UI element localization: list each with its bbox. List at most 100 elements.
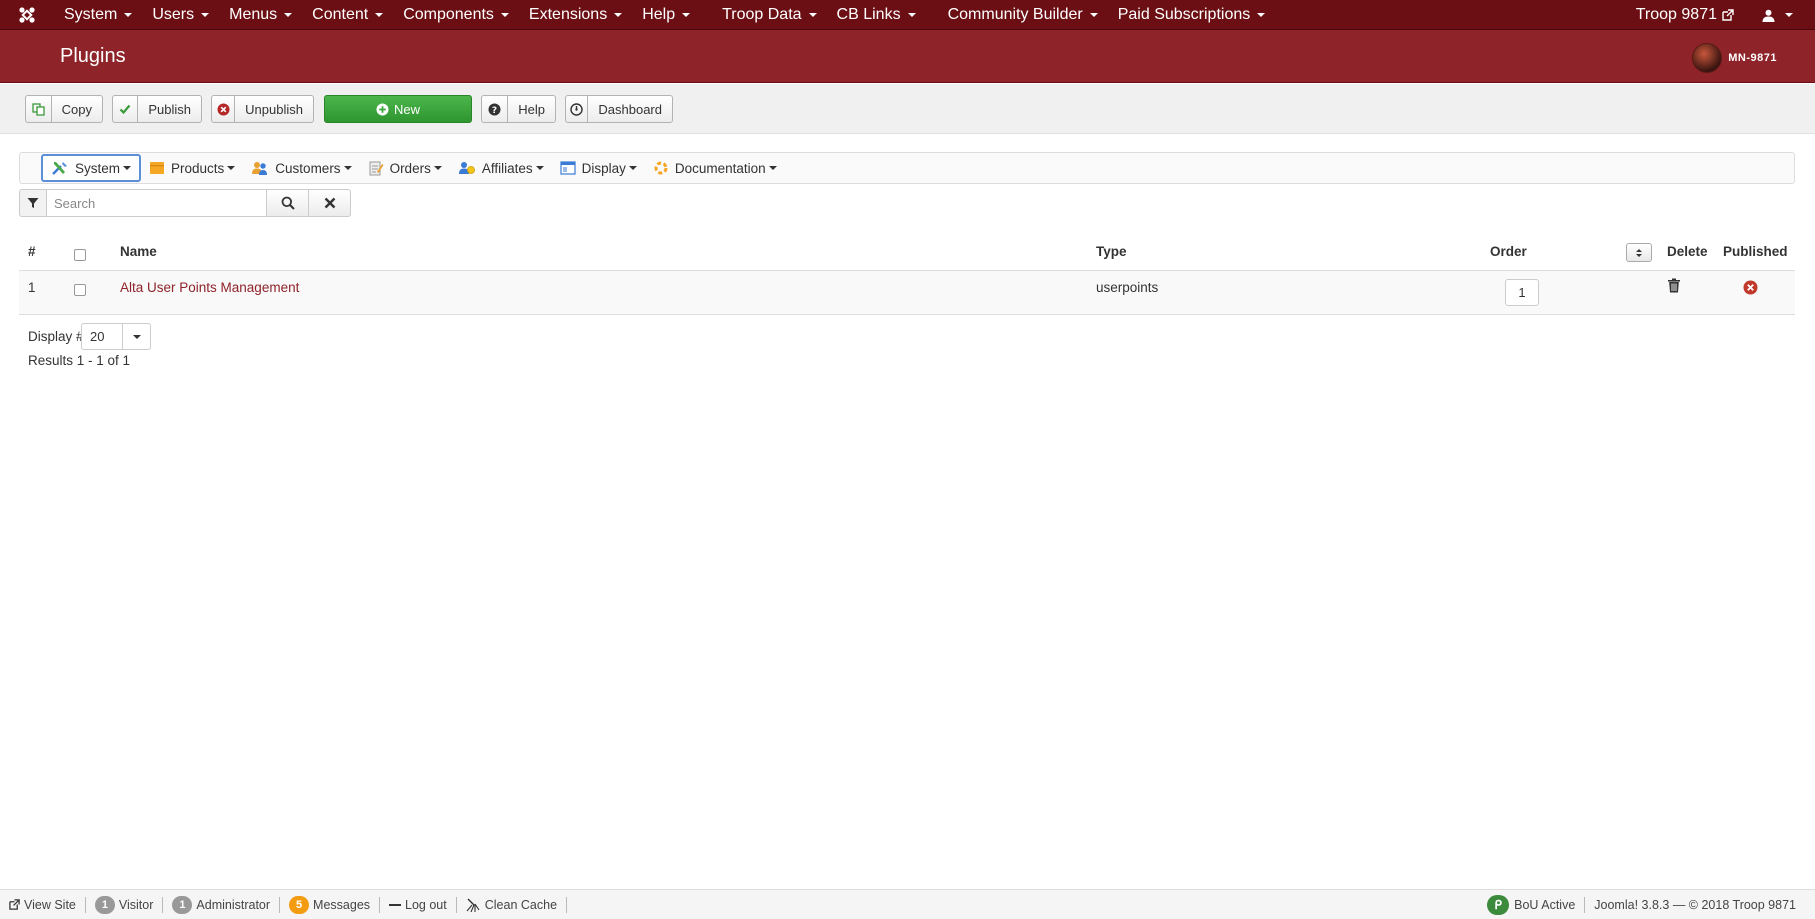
submenu-orders[interactable]: Orders (360, 154, 450, 182)
messages-count-badge: 5 (289, 895, 310, 914)
select-all-checkbox[interactable] (74, 249, 86, 261)
page-title: Plugins (60, 45, 126, 67)
user-menu[interactable] (1752, 0, 1815, 30)
bou-status[interactable]: ᑭ BoU Active (1478, 895, 1586, 915)
submenu-customers[interactable]: Customers (243, 154, 359, 182)
caret-down-icon (628, 166, 637, 170)
caret-down-icon (682, 12, 691, 17)
caret-down-icon (614, 12, 623, 17)
menu-users[interactable]: Users (142, 0, 219, 30)
col-order[interactable]: Order (1490, 244, 1527, 259)
external-link-icon (1722, 9, 1734, 21)
copy-button[interactable]: Copy (25, 95, 103, 123)
search-input[interactable] (47, 189, 267, 217)
site-link[interactable]: Troop 9871 (1626, 0, 1752, 30)
visitors-status[interactable]: 1 Visitor (86, 895, 164, 914)
new-button[interactable]: New (324, 95, 472, 123)
bou-icon: ᑭ (1487, 895, 1510, 915)
caret-down-icon (1257, 12, 1266, 17)
caret-down-icon (201, 12, 210, 17)
col-delete: Delete (1667, 244, 1708, 259)
top-navbar: System Users Menus Content Components Ex… (0, 0, 1815, 30)
question-circle-icon: ? (482, 96, 509, 122)
menu-system[interactable]: System (54, 0, 142, 30)
menu-help[interactable]: Help (632, 0, 700, 30)
row-checkbox[interactable] (74, 284, 86, 296)
unpublished-icon (1743, 280, 1758, 295)
menu-components[interactable]: Components (393, 0, 519, 30)
customers-icon (252, 162, 268, 175)
caret-down-icon (808, 12, 817, 17)
admins-status[interactable]: 1 Administrator (163, 895, 281, 914)
display-icon (560, 161, 576, 175)
trash-icon (1668, 278, 1680, 293)
submenu-documentation[interactable]: Documentation (645, 154, 785, 182)
search-icon (281, 196, 295, 210)
version-info: Joomla! 3.8.3 — © 2018 Troop 9871 (1594, 898, 1796, 912)
help-button[interactable]: ? Help (481, 95, 556, 123)
col-name[interactable]: Name (120, 244, 157, 259)
caret-down-icon (284, 12, 293, 17)
tools-icon (52, 162, 67, 175)
row-type: userpoints (1096, 280, 1159, 295)
display-label: Display # (28, 329, 84, 344)
brand: MN-9871 (1692, 43, 1777, 73)
submenu-products[interactable]: Products (141, 154, 243, 182)
clean-cache-link[interactable]: Clean Cache (457, 896, 568, 913)
unpublish-icon (212, 96, 236, 122)
menu-cb-links[interactable]: CB Links (827, 0, 926, 30)
plus-circle-icon (376, 103, 389, 115)
search-button[interactable] (267, 189, 309, 217)
unpublish-button[interactable]: Unpublish (211, 95, 314, 123)
minus-icon (389, 903, 402, 906)
dashboard-icon (566, 96, 589, 122)
caret-down-icon (1785, 13, 1793, 17)
menu-content[interactable]: Content (302, 0, 393, 30)
filter-button[interactable] (19, 189, 47, 217)
submenu-system[interactable]: System (41, 154, 142, 182)
results-counter: Results 1 - 1 of 1 (28, 353, 131, 368)
broom-icon (466, 898, 480, 912)
publish-button[interactable]: Publish (112, 95, 202, 123)
caret-down-icon (535, 166, 544, 170)
caret-down-icon (768, 166, 777, 170)
caret-down-icon (123, 166, 132, 170)
dashboard-button[interactable]: Dashboard (565, 95, 673, 123)
page-header: Plugins MN-9871 (0, 30, 1815, 83)
user-icon (1762, 9, 1775, 22)
clear-search-button[interactable] (309, 189, 351, 217)
display-limit-select[interactable]: 20 (81, 323, 151, 350)
menu-paid-subscriptions[interactable]: Paid Subscriptions (1108, 0, 1276, 30)
search-bar (19, 189, 351, 217)
col-type[interactable]: Type (1096, 244, 1127, 259)
caret-down-icon (1089, 12, 1098, 17)
order-input[interactable]: 1 (1505, 279, 1539, 306)
col-published[interactable]: Published (1723, 244, 1788, 259)
menu-troop-data[interactable]: Troop Data (712, 0, 826, 30)
admin-count-badge: 1 (172, 895, 193, 914)
sort-icon (1636, 248, 1642, 257)
delete-button[interactable] (1667, 278, 1681, 296)
caret-down-icon (227, 166, 236, 170)
view-site-link[interactable]: View Site (0, 896, 86, 913)
plugin-name-link[interactable]: Alta User Points Management (120, 280, 299, 295)
component-submenu: System Products Customers Orders Affilia… (19, 152, 1795, 184)
submenu-affiliates[interactable]: Affiliates (450, 154, 552, 182)
external-link-icon (9, 899, 20, 910)
logout-link[interactable]: Log out (380, 896, 457, 913)
save-order-button[interactable] (1626, 243, 1652, 262)
chevron-down-icon (122, 324, 150, 349)
submenu-display[interactable]: Display (552, 154, 645, 182)
menu-menus[interactable]: Menus (219, 0, 302, 30)
filter-icon (27, 198, 39, 208)
close-icon (324, 197, 335, 209)
messages-link[interactable]: 5 Messages (280, 895, 381, 914)
unpublished-toggle[interactable] (1743, 280, 1758, 298)
menu-extensions[interactable]: Extensions (519, 0, 632, 30)
menu-community-builder[interactable]: Community Builder (938, 0, 1108, 30)
joomla-logo-icon[interactable] (0, 0, 54, 30)
orders-icon (369, 161, 384, 176)
caret-down-icon (500, 12, 509, 17)
caret-down-icon (124, 12, 133, 17)
table-row: 1 Alta User Points Management userpoints… (19, 271, 1795, 315)
